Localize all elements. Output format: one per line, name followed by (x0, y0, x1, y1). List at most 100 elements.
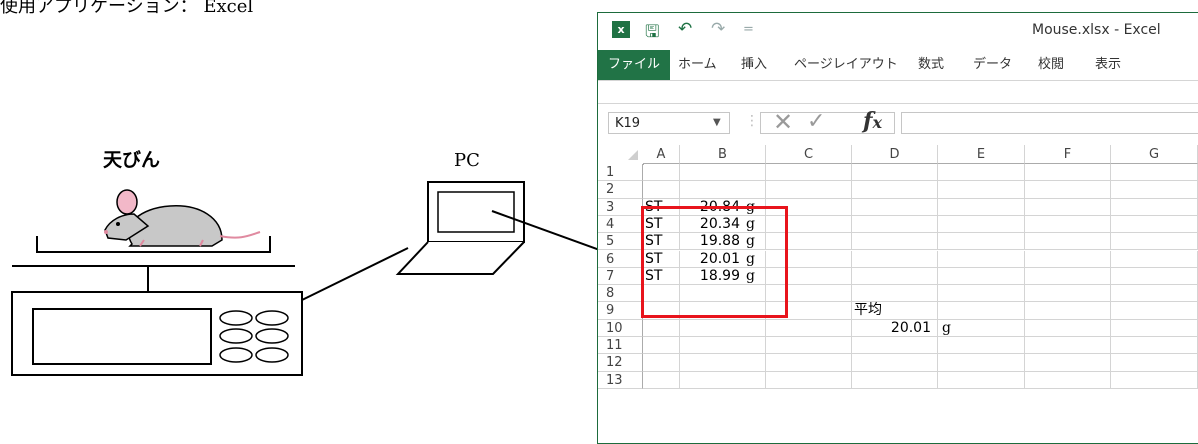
cell[interactable] (1025, 233, 1111, 251)
row-header[interactable]: 1 (598, 164, 643, 182)
cell[interactable] (1025, 198, 1111, 216)
fx-icon[interactable]: fx (863, 108, 882, 134)
row-header[interactable]: 13 (598, 371, 643, 389)
cell[interactable] (852, 233, 938, 251)
average-value[interactable]: 20.01 (852, 320, 938, 337)
cell[interactable] (1111, 164, 1198, 182)
cell[interactable] (1111, 302, 1198, 320)
row-header[interactable]: 10 (598, 319, 643, 337)
cell[interactable] (938, 181, 1025, 199)
tab-home[interactable]: ホーム (678, 50, 717, 80)
cell[interactable] (1025, 267, 1111, 286)
cell[interactable] (643, 371, 680, 389)
column-header-e[interactable]: E (938, 145, 1025, 164)
cell[interactable] (1111, 215, 1198, 234)
cell[interactable] (938, 164, 1025, 182)
formula-input[interactable] (901, 112, 1198, 134)
cell[interactable] (766, 371, 852, 389)
tab-page-layout[interactable]: ページレイアウト (794, 50, 898, 80)
cell[interactable] (1025, 285, 1111, 303)
cell[interactable] (1025, 215, 1111, 234)
tab-formulas[interactable]: 数式 (918, 50, 944, 80)
cell[interactable] (852, 215, 938, 234)
cell[interactable] (1111, 354, 1198, 372)
cell[interactable] (852, 354, 938, 372)
row-header[interactable]: 9 (598, 302, 643, 320)
cell[interactable] (1111, 337, 1198, 355)
cell[interactable] (1025, 250, 1111, 268)
cell[interactable] (852, 164, 938, 182)
redo-icon[interactable]: ↷ (711, 19, 725, 39)
cell[interactable] (938, 285, 1025, 303)
cell[interactable] (1111, 181, 1198, 199)
cell[interactable] (766, 354, 852, 372)
cell[interactable] (938, 250, 1025, 268)
cell[interactable] (1111, 250, 1198, 268)
undo-icon[interactable]: ↶ (678, 19, 692, 39)
cell[interactable] (766, 181, 852, 199)
cell[interactable] (1111, 319, 1198, 337)
cell[interactable] (1025, 354, 1111, 372)
save-icon[interactable]: 🖫 (645, 19, 659, 48)
select-all-corner[interactable] (598, 145, 644, 165)
cell[interactable] (938, 233, 1025, 251)
cell[interactable] (938, 337, 1025, 355)
cell[interactable] (680, 371, 766, 389)
cell[interactable] (680, 319, 766, 337)
cell[interactable] (1025, 319, 1111, 337)
chevron-down-icon[interactable]: ▼ (713, 112, 721, 134)
column-header-f[interactable]: F (1025, 145, 1111, 164)
row-header[interactable]: 8 (598, 285, 643, 303)
cell[interactable] (938, 198, 1025, 216)
cell[interactable] (1025, 337, 1111, 355)
name-box[interactable]: K19 (608, 112, 730, 134)
cell[interactable] (1025, 181, 1111, 199)
cell[interactable] (852, 181, 938, 199)
cell[interactable] (1025, 164, 1111, 182)
cell[interactable] (1111, 198, 1198, 216)
column-header-b[interactable]: B (680, 145, 766, 164)
column-header-a[interactable]: A (643, 145, 680, 164)
row-header[interactable]: 7 (598, 267, 643, 286)
cell[interactable] (643, 319, 680, 337)
cell[interactable] (680, 354, 766, 372)
cell[interactable] (1111, 371, 1198, 389)
column-header-d[interactable]: D (852, 145, 938, 164)
row-header[interactable]: 6 (598, 250, 643, 268)
cell[interactable] (938, 267, 1025, 286)
cell[interactable] (766, 164, 852, 182)
column-header-c[interactable]: C (766, 145, 852, 164)
tab-insert[interactable]: 挿入 (741, 50, 767, 80)
cell[interactable] (852, 250, 938, 268)
cell[interactable] (680, 181, 766, 199)
cell[interactable] (643, 164, 680, 182)
row-header[interactable]: 5 (598, 233, 643, 251)
cell[interactable] (852, 337, 938, 355)
cell[interactable] (1111, 267, 1198, 286)
cell[interactable] (938, 354, 1025, 372)
cell[interactable] (852, 371, 938, 389)
cell[interactable] (1111, 233, 1198, 251)
tab-review[interactable]: 校閲 (1038, 50, 1064, 80)
cell[interactable] (1025, 302, 1111, 320)
cancel-icon[interactable]: ✕ (773, 108, 793, 136)
row-header[interactable]: 12 (598, 354, 643, 372)
enter-icon[interactable]: ✓ (807, 109, 825, 134)
cell[interactable] (852, 198, 938, 216)
cell[interactable] (938, 215, 1025, 234)
row-header[interactable]: 3 (598, 198, 643, 216)
cell[interactable] (938, 371, 1025, 389)
cell[interactable] (766, 319, 852, 337)
customize-icon[interactable]: = (743, 22, 754, 37)
cell[interactable] (1111, 285, 1198, 303)
cell[interactable] (938, 302, 1025, 320)
cell[interactable] (1025, 371, 1111, 389)
cell[interactable] (852, 285, 938, 303)
column-header-g[interactable]: G (1111, 145, 1198, 164)
cell[interactable] (643, 181, 680, 199)
cell[interactable] (643, 354, 680, 372)
cell[interactable] (852, 267, 938, 286)
cell[interactable] (680, 337, 766, 355)
row-header[interactable]: 4 (598, 215, 643, 234)
row-header[interactable]: 2 (598, 181, 643, 199)
